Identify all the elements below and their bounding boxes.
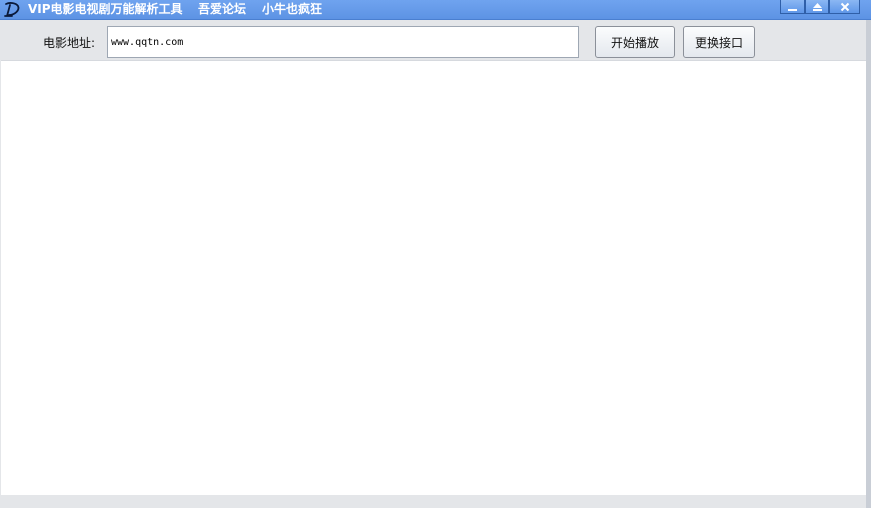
movie-url-input[interactable] [107, 26, 579, 58]
title-link-author[interactable]: 小牛也疯狂 [262, 1, 322, 17]
window-title: VIP电影电视剧万能解析工具 [28, 2, 183, 16]
switch-interface-button[interactable]: 更换接口 [683, 26, 755, 58]
url-label: 电影地址: [43, 36, 96, 50]
status-bar [0, 495, 866, 508]
minimize-icon [788, 8, 797, 11]
app-logo-icon [4, 2, 20, 17]
minimize-button[interactable] [780, 0, 805, 14]
start-play-button[interactable]: 开始播放 [595, 26, 675, 58]
maximize-button[interactable] [805, 0, 829, 14]
title-link-52pojie[interactable]: 吾爱论坛 [198, 1, 246, 17]
close-icon [840, 2, 849, 11]
close-button[interactable] [829, 0, 860, 14]
vertical-scrollbar[interactable] [866, 20, 871, 508]
video-player-area[interactable] [1, 60, 866, 495]
title-bar: VIP电影电视剧万能解析工具 吾爱论坛 小牛也疯狂 [0, 0, 871, 20]
maximize-icon [812, 2, 822, 11]
